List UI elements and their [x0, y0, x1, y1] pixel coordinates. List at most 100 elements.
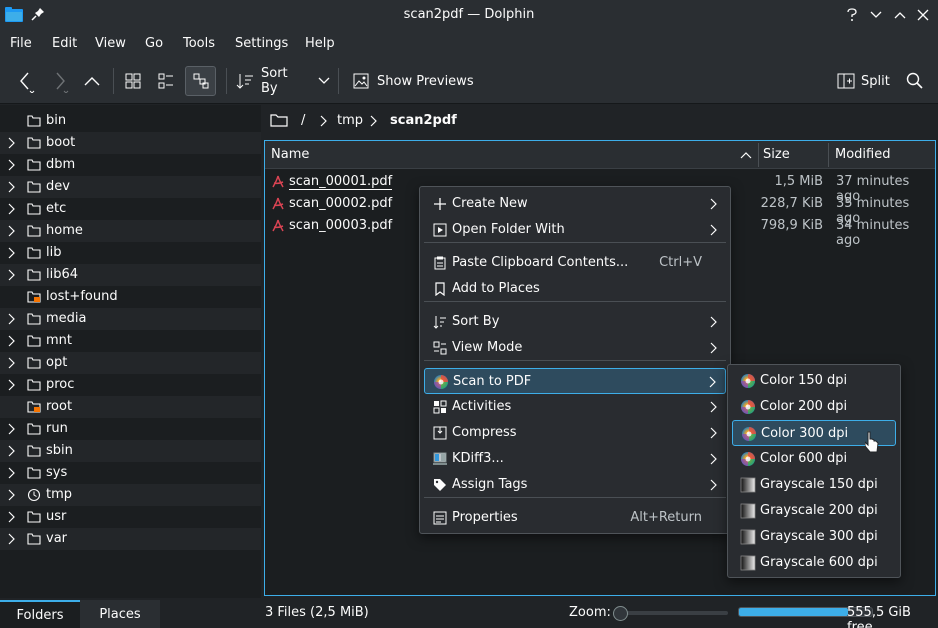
toolbar-separator — [338, 68, 339, 94]
sidebar-item-sys[interactable]: sys — [0, 462, 261, 484]
expand-arrow-icon[interactable] — [8, 137, 16, 149]
breadcrumb-root[interactable]: / — [301, 113, 305, 128]
scan-option-color-200-dpi[interactable]: Color 200 dpi — [732, 394, 896, 420]
expand-arrow-icon[interactable] — [8, 203, 16, 215]
expand-arrow-icon[interactable] — [8, 489, 16, 501]
expand-arrow-icon[interactable] — [8, 533, 16, 545]
expand-arrow-icon[interactable] — [8, 379, 16, 391]
sidebar-item-media[interactable]: media — [0, 308, 261, 330]
scan-option-grayscale-150-dpi[interactable]: Grayscale 150 dpi — [732, 472, 896, 498]
disk-free-label: 555,5 GiB free — [847, 605, 911, 628]
forward-button[interactable] — [46, 66, 74, 96]
maximize-icon[interactable] — [890, 5, 910, 25]
expand-arrow-icon[interactable] — [8, 357, 16, 369]
expand-arrow-icon[interactable] — [8, 225, 16, 237]
sidebar-item-run[interactable]: run — [0, 418, 261, 440]
menu-item-add-to-places[interactable]: Add to Places — [424, 276, 726, 302]
column-divider[interactable] — [758, 143, 759, 167]
color-scan-icon — [741, 426, 757, 442]
sidebar-item-label: lost+found — [46, 289, 118, 304]
compact-view-button[interactable] — [153, 66, 179, 96]
menu-file[interactable]: File — [10, 36, 32, 51]
expand-arrow-icon[interactable] — [8, 511, 16, 523]
expand-arrow-icon[interactable] — [8, 269, 16, 281]
menu-item-scan-to-pdf[interactable]: Scan to PDF — [424, 368, 726, 394]
menu-help[interactable]: Help — [305, 36, 335, 51]
menu-item-assign-tags[interactable]: Assign Tags — [424, 472, 726, 498]
expand-arrow-icon[interactable] — [8, 181, 16, 193]
sidebar-item-lib64[interactable]: lib64 — [0, 264, 261, 286]
sidebar-item-home[interactable]: home — [0, 220, 261, 242]
menu-settings[interactable]: Settings — [235, 36, 288, 51]
menu-item-activities[interactable]: Activities — [424, 394, 726, 420]
menu-edit[interactable]: Edit — [52, 36, 77, 51]
breadcrumb-tmp[interactable]: tmp — [337, 113, 363, 128]
search-button[interactable] — [901, 66, 929, 96]
sidebar-item-proc[interactable]: proc — [0, 374, 261, 396]
column-modified[interactable]: Modified — [835, 147, 890, 162]
sidebar-item-dbm[interactable]: dbm — [0, 154, 261, 176]
minimize-icon[interactable] — [866, 5, 886, 25]
sidebar-item-mnt[interactable]: mnt — [0, 330, 261, 352]
up-button[interactable] — [78, 66, 106, 96]
column-size[interactable]: Size — [763, 147, 790, 162]
file-name[interactable]: scan_00002.pdf — [289, 196, 392, 211]
sidebar-item-etc[interactable]: etc — [0, 198, 261, 220]
expand-arrow-icon[interactable] — [8, 445, 16, 457]
sidebar-item-usr[interactable]: usr — [0, 506, 261, 528]
menu-view[interactable]: View — [95, 36, 126, 51]
sidebar-item-tmp[interactable]: tmp — [0, 484, 261, 506]
menu-item-shortcut: Ctrl+V — [659, 255, 702, 270]
scan-option-grayscale-600-dpi[interactable]: Grayscale 600 dpi — [732, 550, 896, 576]
close-icon[interactable] — [913, 5, 933, 25]
sidebar-item-lost-found[interactable]: lost+found — [0, 286, 261, 308]
expand-arrow-icon[interactable] — [8, 335, 16, 347]
help-icon[interactable] — [842, 5, 862, 25]
file-name[interactable]: scan_00003.pdf — [289, 218, 392, 233]
sidebar-item-opt[interactable]: opt — [0, 352, 261, 374]
menu-item-create-new[interactable]: Create New — [424, 191, 726, 217]
zoom-slider[interactable] — [613, 606, 728, 621]
back-button[interactable] — [12, 66, 40, 96]
breadcrumb-scan2pdf[interactable]: scan2pdf — [390, 113, 457, 128]
menu-tools[interactable]: Tools — [183, 36, 215, 51]
sidebar-item-label: lib64 — [46, 267, 79, 282]
expand-arrow-icon[interactable] — [8, 423, 16, 435]
expand-arrow-icon[interactable] — [8, 313, 16, 325]
split-button[interactable]: Split — [833, 66, 893, 96]
sidebar-item-var[interactable]: var — [0, 528, 261, 550]
zoom-slider-handle[interactable] — [613, 606, 628, 621]
column-divider[interactable] — [828, 143, 829, 167]
scan-to-pdf-submenu: Color 150 dpi Color 200 dpi Color 300 dpi C… — [727, 364, 901, 578]
expand-arrow-icon[interactable] — [8, 247, 16, 259]
column-name[interactable]: Name — [271, 147, 309, 162]
menu-item-kdiff3[interactable]: KDiff3... — [424, 446, 726, 472]
menu-item-sort-by[interactable]: Sort By — [424, 309, 726, 335]
file-name[interactable]: scan_00001.pdf — [289, 174, 393, 190]
tab-places[interactable]: Places — [80, 600, 160, 628]
scan-option-color-150-dpi[interactable]: Color 150 dpi — [732, 368, 896, 394]
expand-arrow-icon[interactable] — [8, 159, 16, 171]
sidebar-item-bin[interactable]: bin — [0, 110, 261, 132]
scan-option-grayscale-300-dpi[interactable]: Grayscale 300 dpi — [732, 524, 896, 550]
tab-folders[interactable]: Folders — [0, 600, 80, 628]
sidebar-item-lib[interactable]: lib — [0, 242, 261, 264]
menu-item-properties[interactable]: Properties Alt+Return — [424, 505, 726, 531]
expand-arrow-icon[interactable] — [8, 467, 16, 479]
menu-go[interactable]: Go — [145, 36, 163, 51]
sidebar-item-dev[interactable]: dev — [0, 176, 261, 198]
sidebar-item-root[interactable]: root — [0, 396, 261, 418]
show-previews-button[interactable]: Show Previews — [350, 66, 474, 96]
details-view-button[interactable] — [185, 66, 216, 96]
menu-item-paste-clipboard-contents[interactable]: Paste Clipboard Contents... Ctrl+V — [424, 250, 726, 276]
folder-root-icon[interactable] — [270, 112, 288, 128]
menu-item-compress[interactable]: Compress — [424, 420, 726, 446]
scan-option-grayscale-200-dpi[interactable]: Grayscale 200 dpi — [732, 498, 896, 524]
icons-view-button[interactable] — [120, 66, 146, 96]
menu-item-open-folder-with[interactable]: Open Folder With — [424, 217, 726, 243]
sort-by-button[interactable]: Sort By — [234, 66, 330, 96]
menu-item-view-mode[interactable]: View Mode — [424, 335, 726, 361]
sidebar-item-sbin[interactable]: sbin — [0, 440, 261, 462]
bookmark-icon — [432, 281, 448, 297]
sidebar-item-boot[interactable]: boot — [0, 132, 261, 154]
